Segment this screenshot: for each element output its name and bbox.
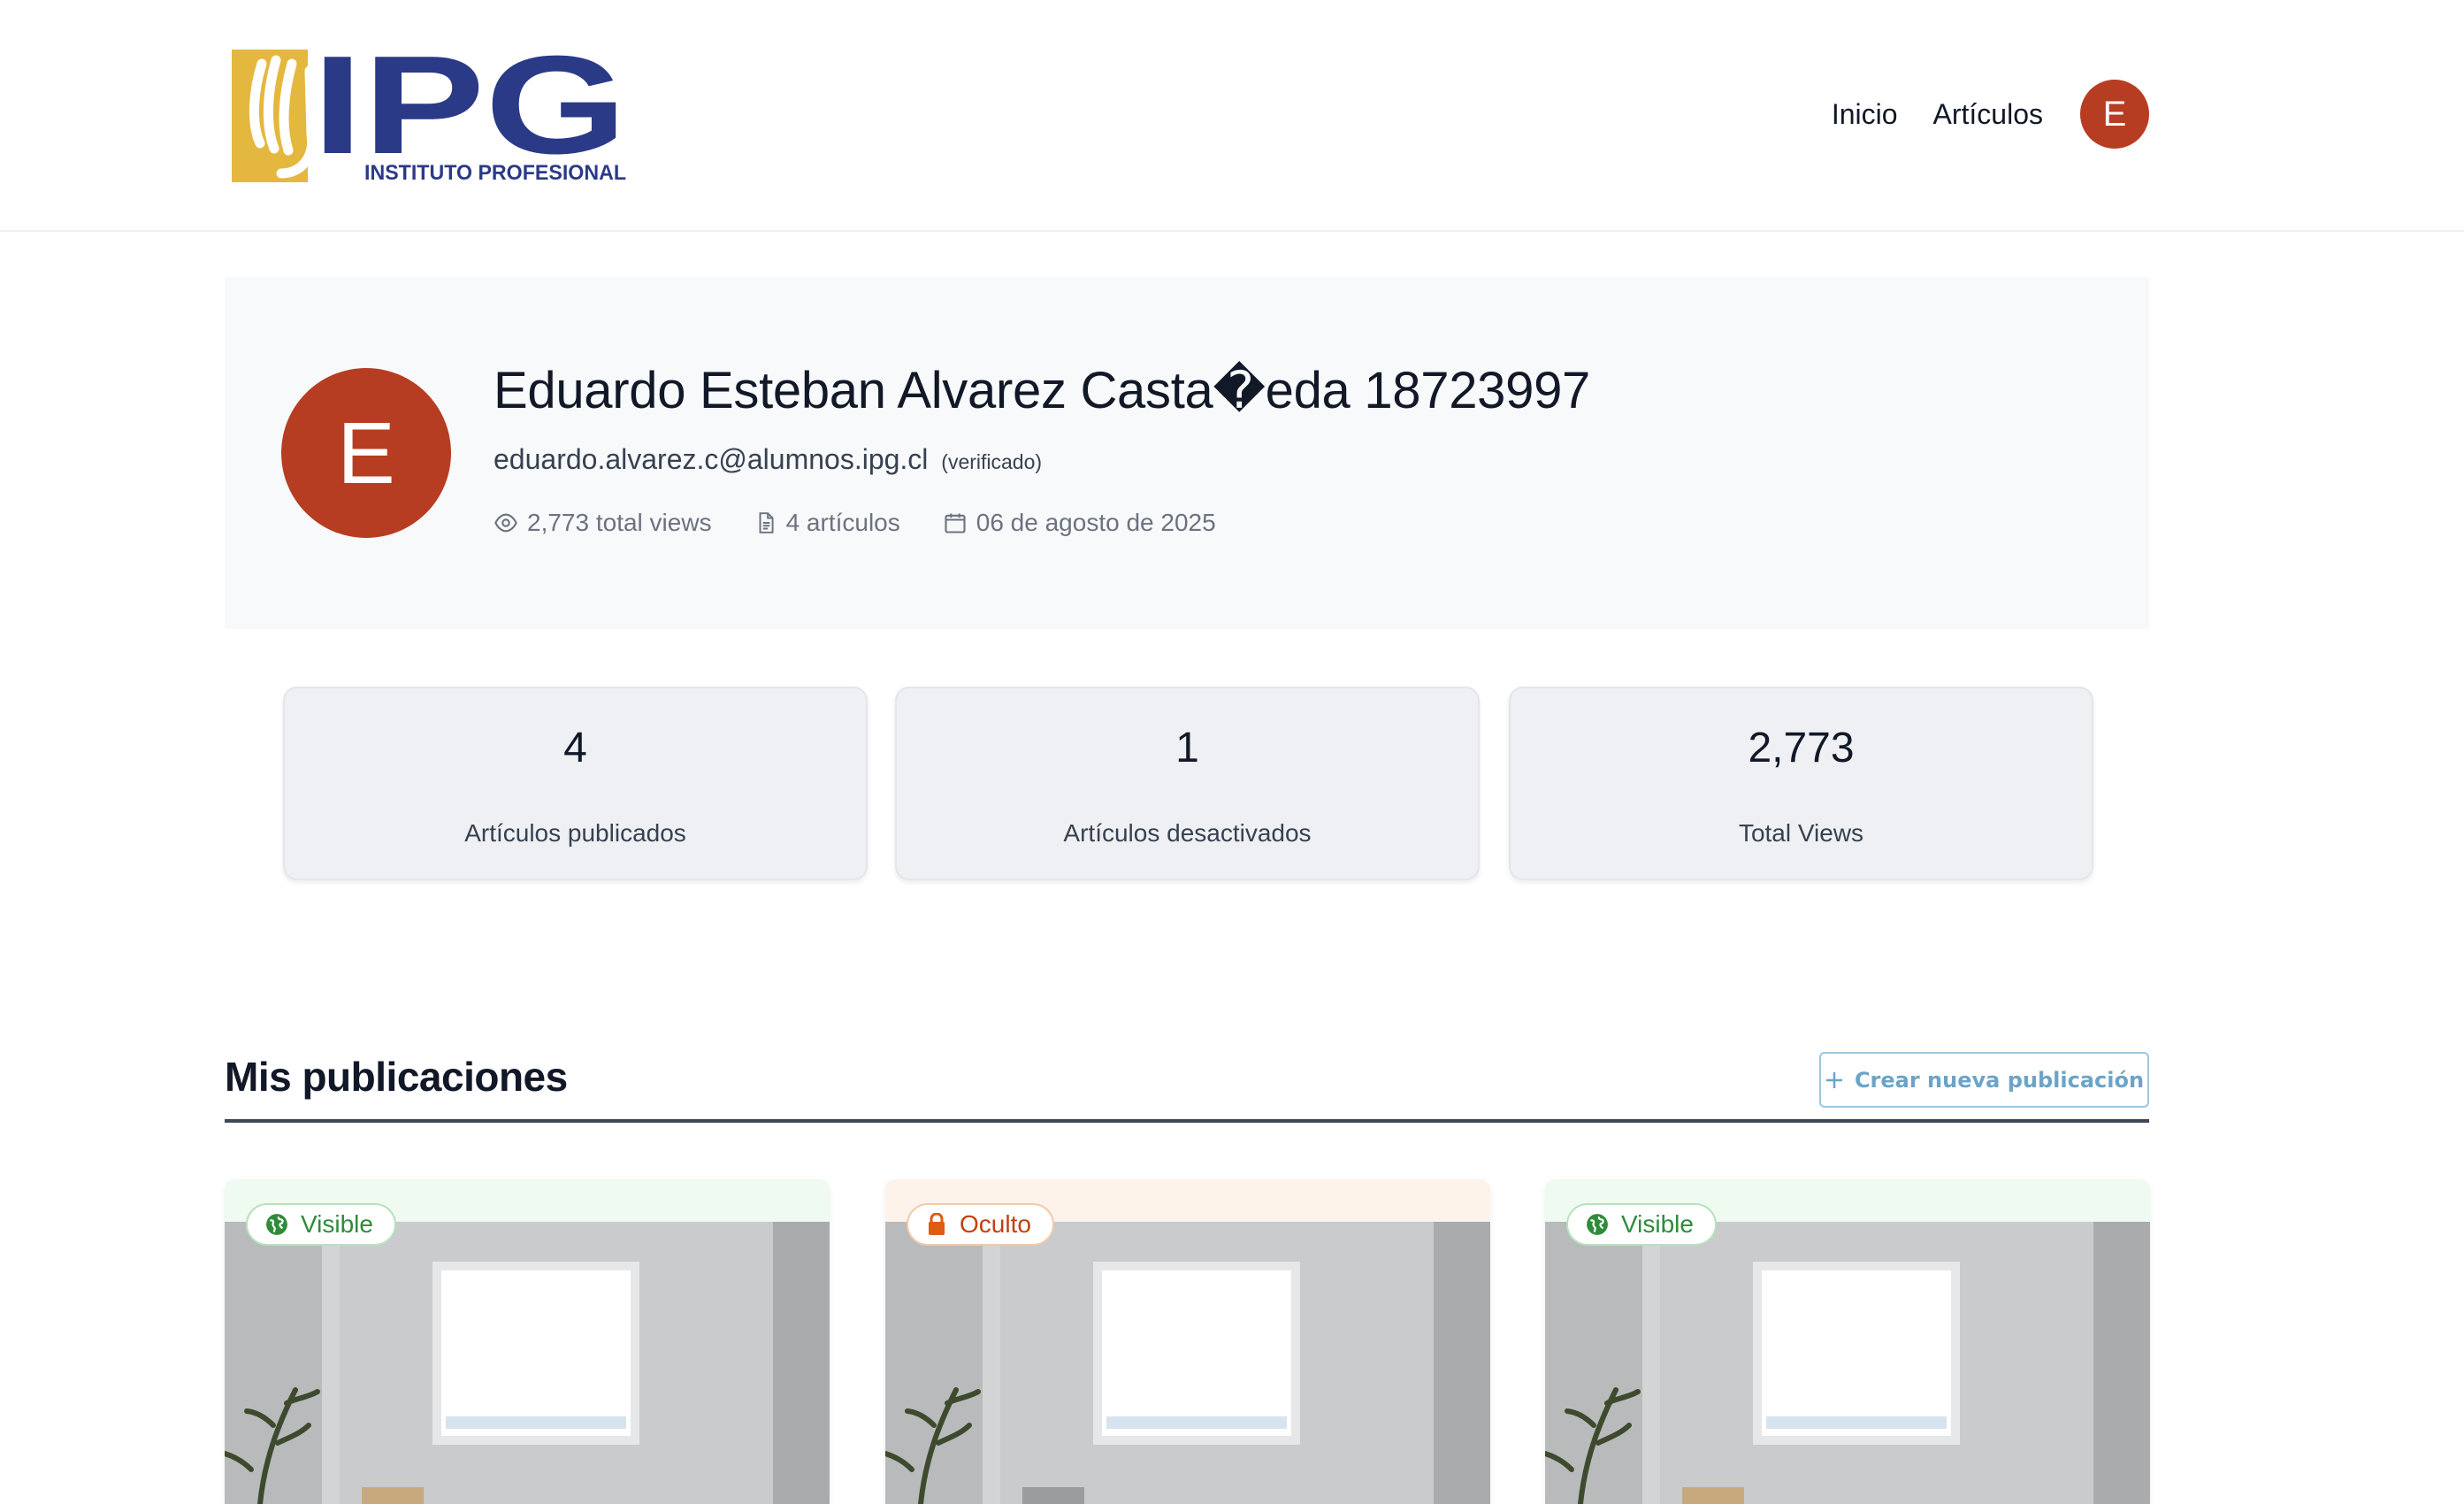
stat-card-published: 4 Artículos publicados xyxy=(283,687,868,880)
calendar-icon xyxy=(945,513,966,533)
svg-text:INSTITUTO PROFESIONAL: INSTITUTO PROFESIONAL xyxy=(364,161,626,184)
create-publication-button[interactable]: Crear nueva publicación xyxy=(1819,1052,2149,1108)
status-badge: Oculto xyxy=(907,1203,1054,1246)
stat-card-views: 2,773 Total Views xyxy=(1509,687,2093,880)
publication-image xyxy=(225,1222,830,1504)
stat-value: 2,773 xyxy=(1748,725,1855,771)
eye-icon xyxy=(494,513,517,533)
stat-value: 1 xyxy=(1175,725,1199,771)
publication-image xyxy=(885,1222,1490,1504)
stat-label: Artículos desactivados xyxy=(1063,819,1312,847)
publication-card[interactable]: Visible xyxy=(1545,1179,2150,1504)
status-badge: Visible xyxy=(246,1203,396,1246)
nav-link-articulos[interactable]: Artículos xyxy=(1933,98,2043,131)
publication-image xyxy=(1545,1222,2150,1504)
globe-icon xyxy=(266,1214,287,1235)
status-label: Oculto xyxy=(960,1210,1031,1238)
plus-icon xyxy=(1825,1071,1842,1088)
meta-articles: 4 artículos xyxy=(754,509,900,537)
verified-label: (verificado) xyxy=(941,450,1043,473)
meta-views-text: 2,773 total views xyxy=(527,509,712,536)
main-nav: Inicio Artículos E xyxy=(1832,80,2149,149)
ipg-logo[interactable]: IPG INSTITUTO PROFESIONAL xyxy=(230,46,628,184)
globe-icon xyxy=(1587,1214,1608,1235)
publication-card[interactable]: Oculto xyxy=(885,1179,1490,1504)
stat-label: Total Views xyxy=(1738,819,1864,847)
profile-email-line: eduardo.alvarez.c@alumnos.ipg.cl (verifi… xyxy=(494,443,1042,476)
publication-card[interactable]: Visible xyxy=(225,1179,830,1504)
status-label: Visible xyxy=(301,1210,373,1238)
profile-name: Eduardo Esteban Alvarez Casta�eda 187239… xyxy=(494,362,1590,419)
status-label: Visible xyxy=(1621,1210,1694,1238)
meta-views: 2,773 total views xyxy=(494,509,712,537)
stat-card-deactivated: 1 Artículos desactivados xyxy=(895,687,1480,880)
profile-panel: E Eduardo Esteban Alvarez Casta�eda 1872… xyxy=(225,277,2149,629)
user-avatar-menu[interactable]: E xyxy=(2080,80,2149,149)
profile-avatar: E xyxy=(281,368,451,538)
stat-value: 4 xyxy=(563,725,587,771)
nav-link-inicio[interactable]: Inicio xyxy=(1832,98,1898,131)
status-badge: Visible xyxy=(1566,1203,1717,1246)
meta-date: 06 de agosto de 2025 xyxy=(943,509,1216,537)
profile-meta: 2,773 total views 4 artículos 06 de agos… xyxy=(494,509,1259,537)
profile-email: eduardo.alvarez.c@alumnos.ipg.cl xyxy=(494,443,929,475)
meta-date-text: 06 de agosto de 2025 xyxy=(976,509,1216,536)
top-header: IPG INSTITUTO PROFESIONAL Inicio Artícul… xyxy=(0,0,2464,232)
section-divider xyxy=(225,1119,2149,1123)
document-icon xyxy=(759,512,774,533)
create-publication-label: Crear nueva publicación xyxy=(1854,1067,2145,1093)
lock-icon xyxy=(929,1213,945,1235)
section-title: Mis publicaciones xyxy=(225,1054,568,1100)
meta-articles-text: 4 artículos xyxy=(785,509,900,536)
stat-label: Artículos publicados xyxy=(464,819,686,847)
